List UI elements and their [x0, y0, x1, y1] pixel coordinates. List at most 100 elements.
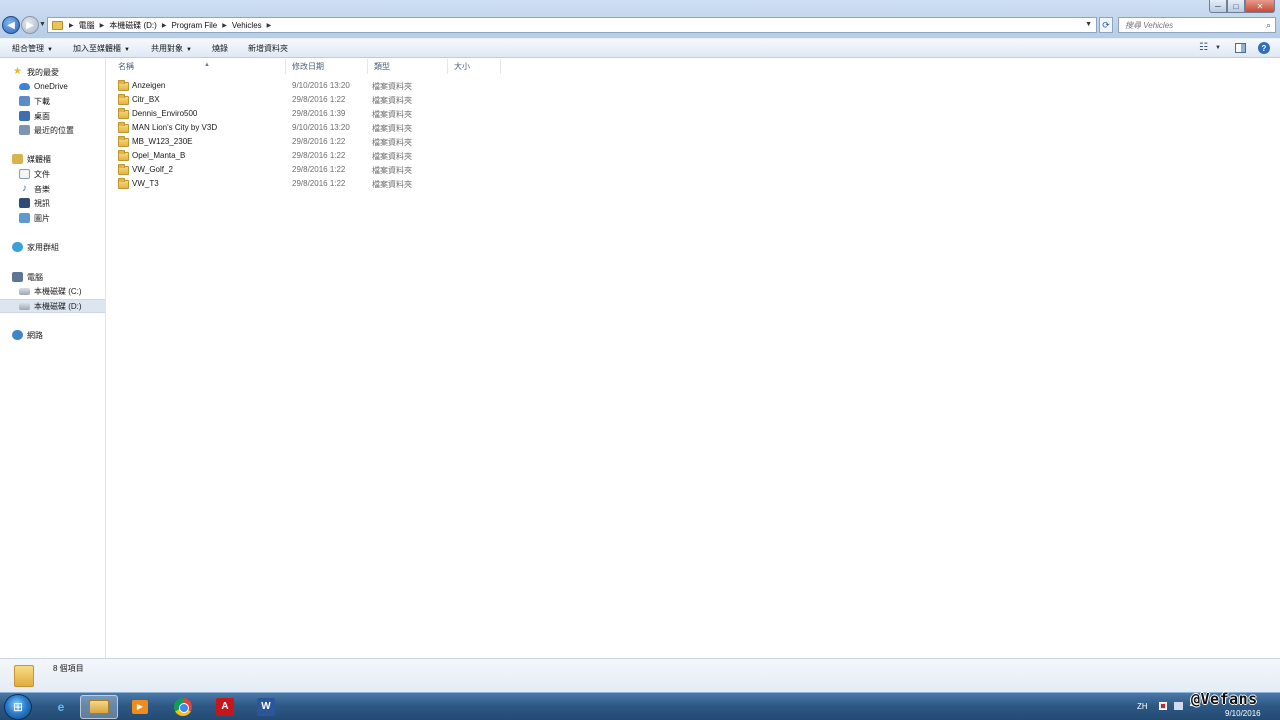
column-label: 名稱	[118, 62, 134, 71]
sidebar-item-onedrive[interactable]: OneDrive	[0, 79, 105, 93]
sidebar-item-downloads[interactable]: 下載	[0, 94, 105, 108]
preview-pane-icon[interactable]	[1235, 43, 1246, 53]
views-dropdown[interactable]: ▼	[1215, 45, 1221, 51]
media-player-icon: ▶	[132, 700, 148, 714]
chevron-down-icon: ▼	[186, 47, 192, 53]
taskbar-chrome[interactable]	[164, 695, 202, 719]
help-icon[interactable]: ?	[1258, 42, 1270, 54]
refresh-button[interactable]: ⟳	[1099, 17, 1113, 33]
file-type: 檔案資料夾	[372, 96, 412, 105]
close-button[interactable]: ✕	[1245, 0, 1275, 13]
list-item[interactable]: Dennis_Enviro500 29/8/2016 1:39 檔案資料夾	[106, 108, 1280, 122]
chrome-icon	[174, 698, 192, 716]
taskbar-internet-explorer[interactable]: e	[42, 695, 80, 719]
sidebar-label: 視訊	[34, 198, 50, 208]
search-icon[interactable]: ⌕	[1266, 20, 1271, 31]
minimize-button[interactable]: ─	[1209, 0, 1227, 13]
back-button[interactable]: ◀	[2, 16, 20, 34]
list-item[interactable]: MAN Lion's City by V3D 9/10/2016 13:20 檔…	[106, 122, 1280, 136]
column-headers: 名稱 ▲ 修改日期 類型 大小	[106, 59, 1280, 74]
file-list: Anzeigen 9/10/2016 13:20 檔案資料夾 Citr_BX 2…	[106, 80, 1280, 192]
desktop-icon	[19, 111, 30, 121]
sidebar-item-documents[interactable]: 文件	[0, 167, 105, 181]
file-modified: 29/8/2016 1:22	[292, 151, 346, 160]
chevron-right-icon[interactable]: ▶	[160, 22, 169, 29]
breadcrumb-vehicles[interactable]: Vehicles	[229, 21, 265, 30]
sidebar-label: 媒體櫃	[27, 154, 51, 164]
sidebar-item-music[interactable]: ♪ 音樂	[0, 182, 105, 196]
column-header-name[interactable]: 名稱 ▲	[112, 59, 286, 74]
address-history-dropdown[interactable]: ▼	[1085, 21, 1092, 28]
computer-icon	[12, 272, 23, 282]
sidebar-item-recent[interactable]: 最近的位置	[0, 123, 105, 137]
column-header-type[interactable]: 類型	[368, 59, 448, 74]
organize-label: 組合管理	[12, 44, 44, 53]
action-center-flag-icon[interactable]	[1159, 702, 1167, 710]
sidebar-item-pictures[interactable]: 圖片	[0, 211, 105, 225]
breadcrumb-program-file[interactable]: Program File	[168, 21, 220, 30]
item-count: 8 個項目	[53, 664, 84, 673]
start-button[interactable]: ⊞	[4, 694, 32, 720]
chevron-right-icon[interactable]: ▶	[67, 22, 76, 29]
sidebar-item-videos[interactable]: 視訊	[0, 196, 105, 210]
taskbar-acrobat[interactable]: A	[206, 695, 244, 719]
taskbar-media-player[interactable]: ▶	[121, 695, 159, 719]
sidebar-item-network[interactable]: 網路	[0, 328, 105, 342]
organize-button[interactable]: 組合管理 ▼	[12, 43, 53, 54]
library-icon	[12, 154, 23, 164]
chevron-right-icon[interactable]: ▶	[220, 22, 229, 29]
add-to-library-button[interactable]: 加入至媒體櫃 ▼	[73, 43, 130, 54]
sidebar-label: 音樂	[34, 184, 50, 194]
chevron-down-icon: ▼	[47, 47, 53, 53]
list-item[interactable]: Citr_BX 29/8/2016 1:22 檔案資料夾	[106, 94, 1280, 108]
sidebar-item-drive-d[interactable]: 本機磁碟 (D:)	[0, 299, 105, 313]
sidebar-item-favorites[interactable]: ★ 我的最愛	[0, 65, 105, 79]
taskbar-file-explorer[interactable]	[80, 695, 118, 719]
address-field[interactable]: ▶ 電腦 ▶ 本機磁碟 (D:) ▶ Program File ▶ Vehicl…	[47, 17, 1097, 33]
arrow-left-icon: ◀	[7, 19, 15, 31]
list-item[interactable]: Anzeigen 9/10/2016 13:20 檔案資料夾	[106, 80, 1280, 94]
column-header-size[interactable]: 大小	[448, 59, 501, 74]
list-item[interactable]: VW_Golf_2 29/8/2016 1:22 檔案資料夾	[106, 164, 1280, 178]
folder-icon	[118, 178, 129, 189]
list-item[interactable]: VW_T3 29/8/2016 1:22 檔案資料夾	[106, 178, 1280, 192]
sidebar-label: 網路	[27, 330, 43, 340]
list-item[interactable]: Opel_Manta_B 29/8/2016 1:22 檔案資料夾	[106, 150, 1280, 164]
chevron-right-icon[interactable]: ▶	[265, 22, 274, 29]
breadcrumb-drive-d[interactable]: 本機磁碟 (D:)	[106, 20, 160, 31]
file-modified: 9/10/2016 13:20	[292, 81, 350, 90]
sidebar-item-homegroup[interactable]: 家用群組	[0, 240, 105, 254]
maximize-button[interactable]: □	[1227, 0, 1245, 13]
views-icon[interactable]: ☷	[1199, 42, 1208, 53]
chevron-right-icon[interactable]: ▶	[98, 22, 107, 29]
pictures-icon	[19, 213, 30, 223]
sidebar-label: 電腦	[27, 272, 43, 282]
sidebar-item-libraries[interactable]: 媒體櫃	[0, 152, 105, 166]
file-modified: 29/8/2016 1:22	[292, 137, 346, 146]
sidebar-item-computer[interactable]: 電腦	[0, 270, 105, 284]
sidebar-item-desktop[interactable]: 桌面	[0, 109, 105, 123]
network-tray-icon[interactable]	[1174, 702, 1183, 710]
video-icon	[19, 198, 30, 208]
share-with-label: 共用對象	[151, 44, 183, 53]
new-folder-button[interactable]: 新增資料夾	[248, 43, 288, 54]
list-item[interactable]: MB_W123_230E 29/8/2016 1:22 檔案資料夾	[106, 136, 1280, 150]
forward-button[interactable]: ▶	[21, 16, 39, 34]
language-indicator[interactable]: ZH	[1137, 702, 1148, 711]
burn-button[interactable]: 燒錄	[212, 43, 228, 54]
column-header-modified[interactable]: 修改日期	[286, 59, 368, 74]
details-pane: 8 個項目	[0, 658, 1280, 692]
share-with-button[interactable]: 共用對象 ▼	[151, 43, 192, 54]
address-bar-region: ─ □ ✕ ◀ ▶ ▼ ▶ 電腦 ▶ 本機磁碟 (D:) ▶ Program F…	[0, 0, 1280, 38]
folder-icon	[52, 20, 63, 30]
windows-logo-icon: ⊞	[12, 700, 24, 714]
search-input[interactable]	[1119, 18, 1259, 32]
network-icon	[12, 330, 23, 340]
recent-pages-dropdown[interactable]: ▼	[39, 21, 46, 28]
sidebar-item-drive-c[interactable]: 本機磁碟 (C:)	[0, 284, 105, 298]
clock-date[interactable]: 9/10/2016	[1225, 709, 1261, 718]
breadcrumb-computer[interactable]: 電腦	[76, 20, 98, 31]
search-box[interactable]: ⌕	[1118, 17, 1276, 33]
folder-icon	[118, 80, 129, 91]
taskbar-word[interactable]: W	[247, 695, 285, 719]
